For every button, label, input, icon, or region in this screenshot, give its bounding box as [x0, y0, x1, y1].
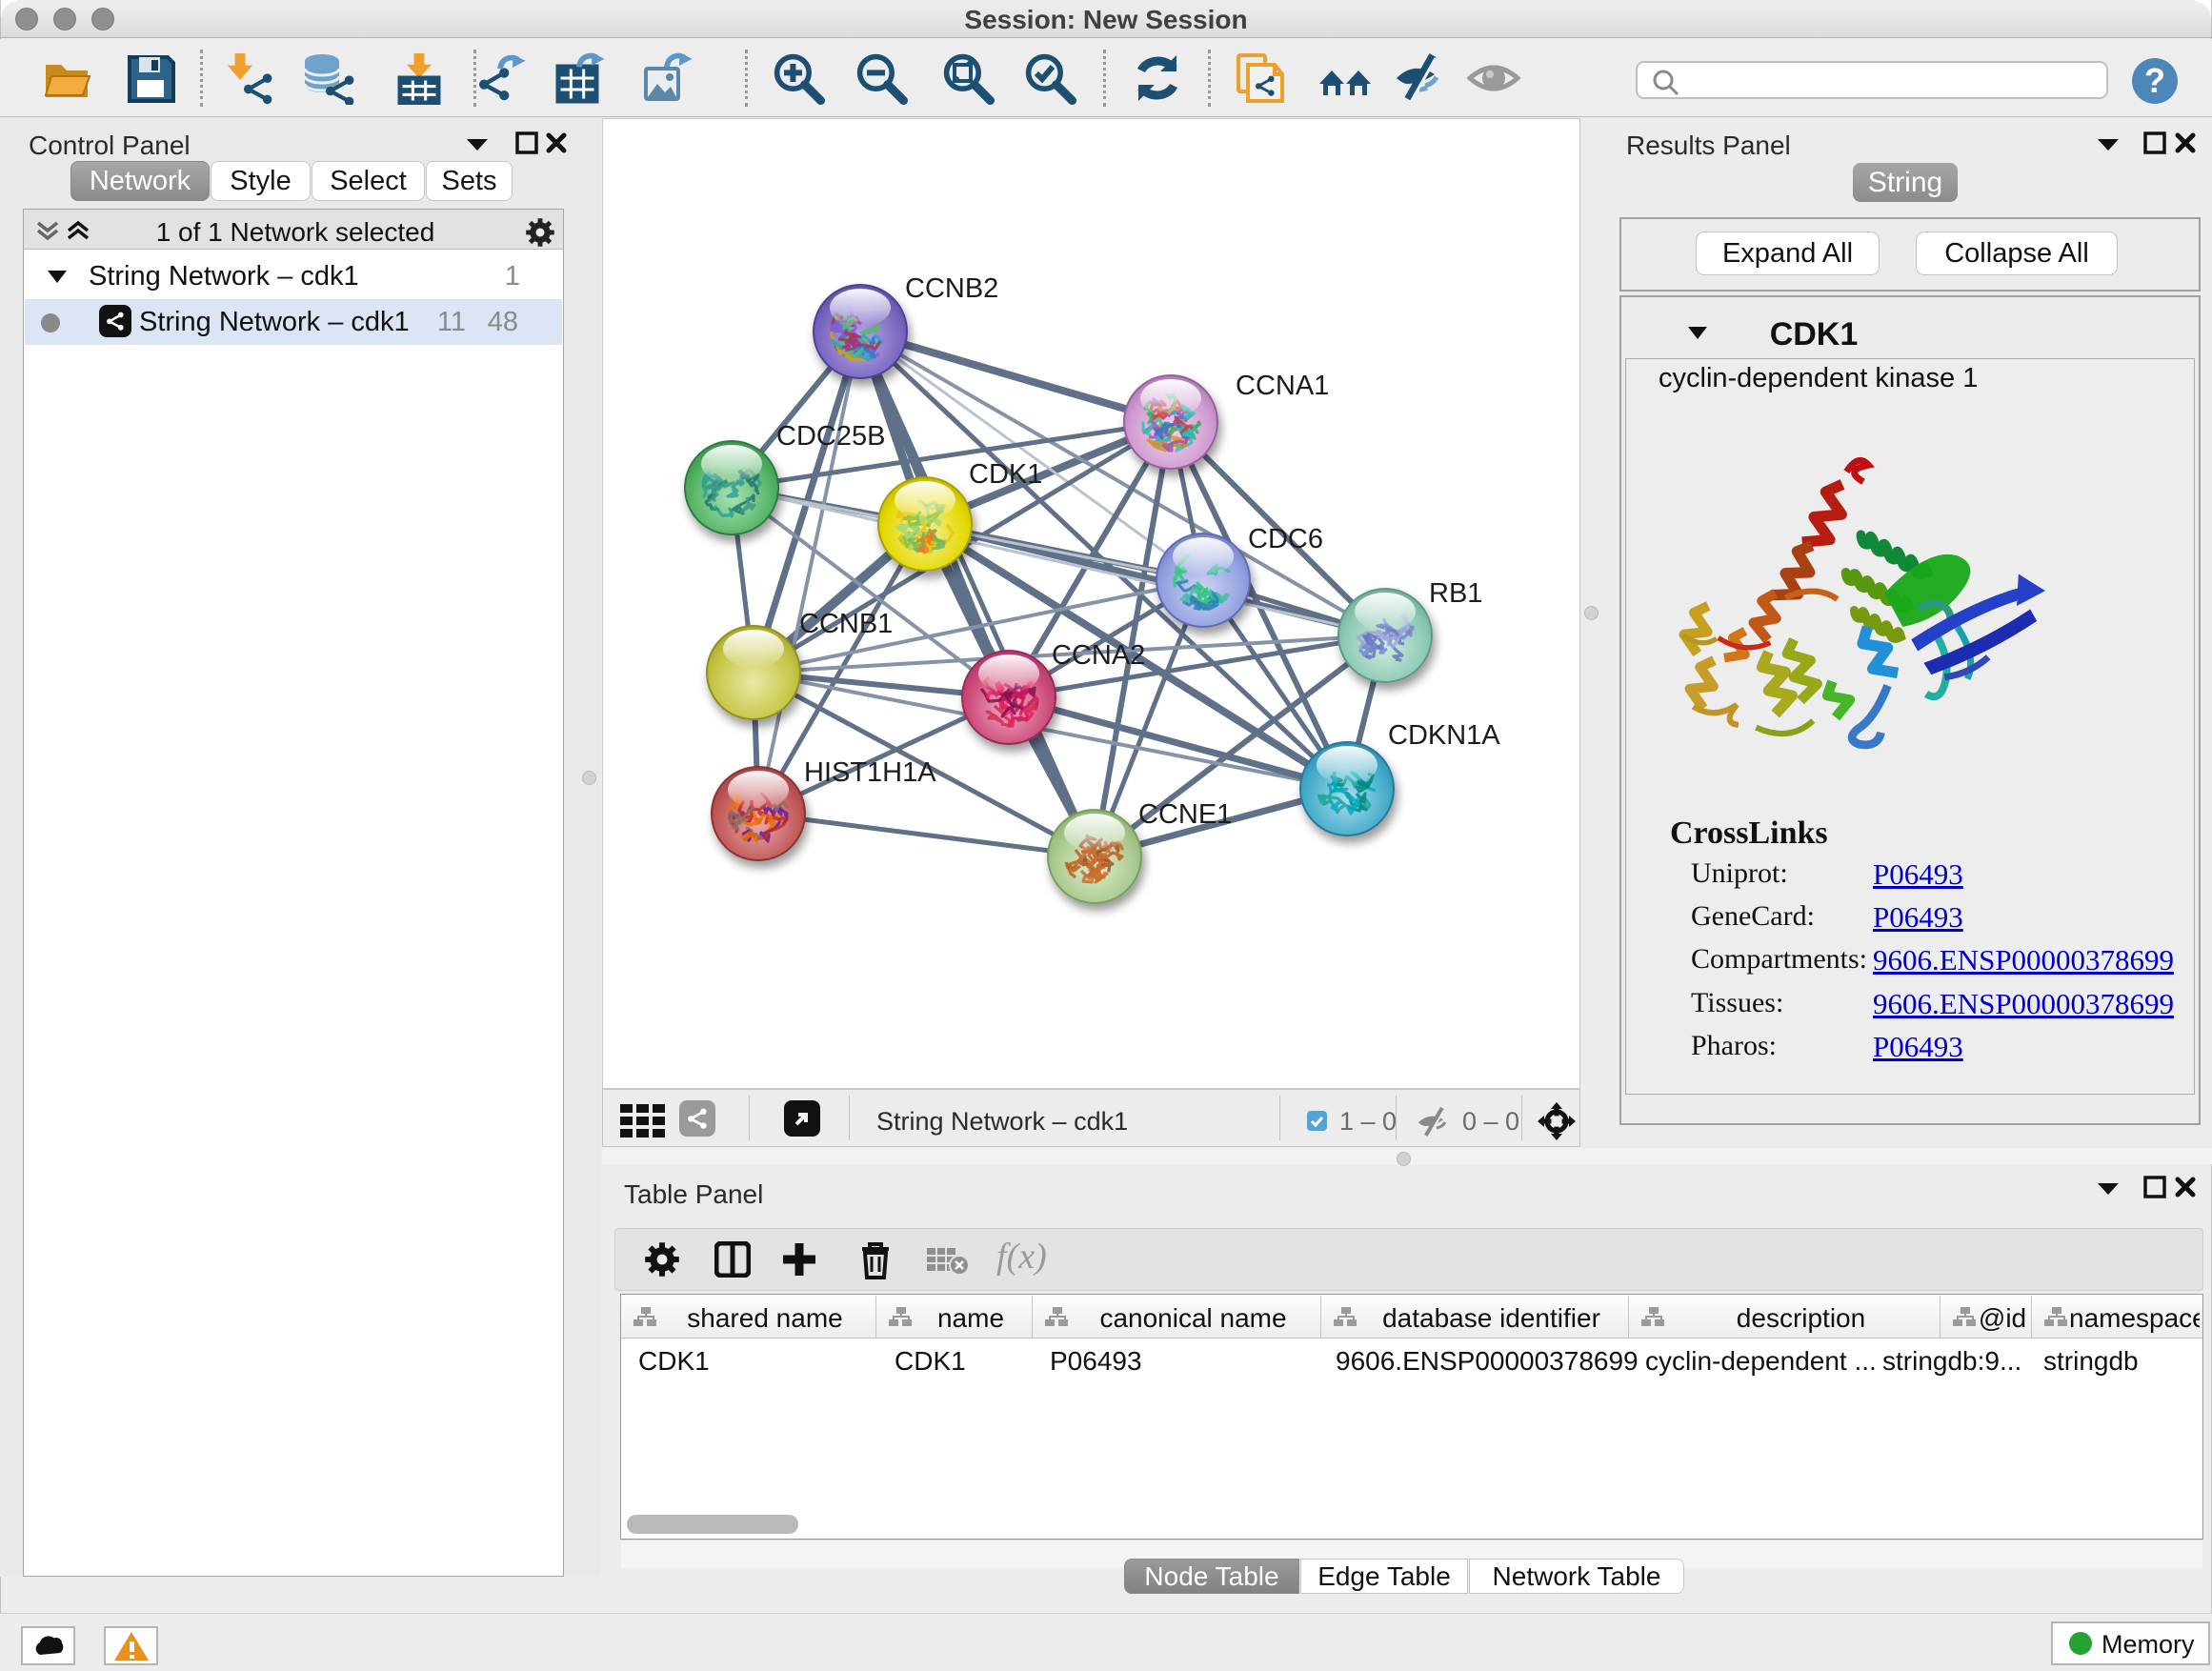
svg-text:CCNE1: CCNE1: [1138, 799, 1232, 830]
svg-text:HIST1H1A: HIST1H1A: [804, 757, 936, 788]
svg-text:CDKN1A: CDKN1A: [1388, 720, 1500, 751]
svg-text:CCNB1: CCNB1: [799, 609, 893, 639]
svg-text:CDC6: CDC6: [1248, 524, 1323, 554]
svg-text:?: ?: [2144, 61, 2165, 100]
svg-text:CCNB2: CCNB2: [905, 273, 998, 304]
svg-text:CDC25B: CDC25B: [776, 421, 885, 452]
svg-text:CCNA1: CCNA1: [1236, 371, 1329, 401]
svg-text:CDK1: CDK1: [969, 459, 1042, 490]
svg-text:RB1: RB1: [1429, 578, 1482, 609]
svg-text:CCNA2: CCNA2: [1052, 640, 1145, 671]
